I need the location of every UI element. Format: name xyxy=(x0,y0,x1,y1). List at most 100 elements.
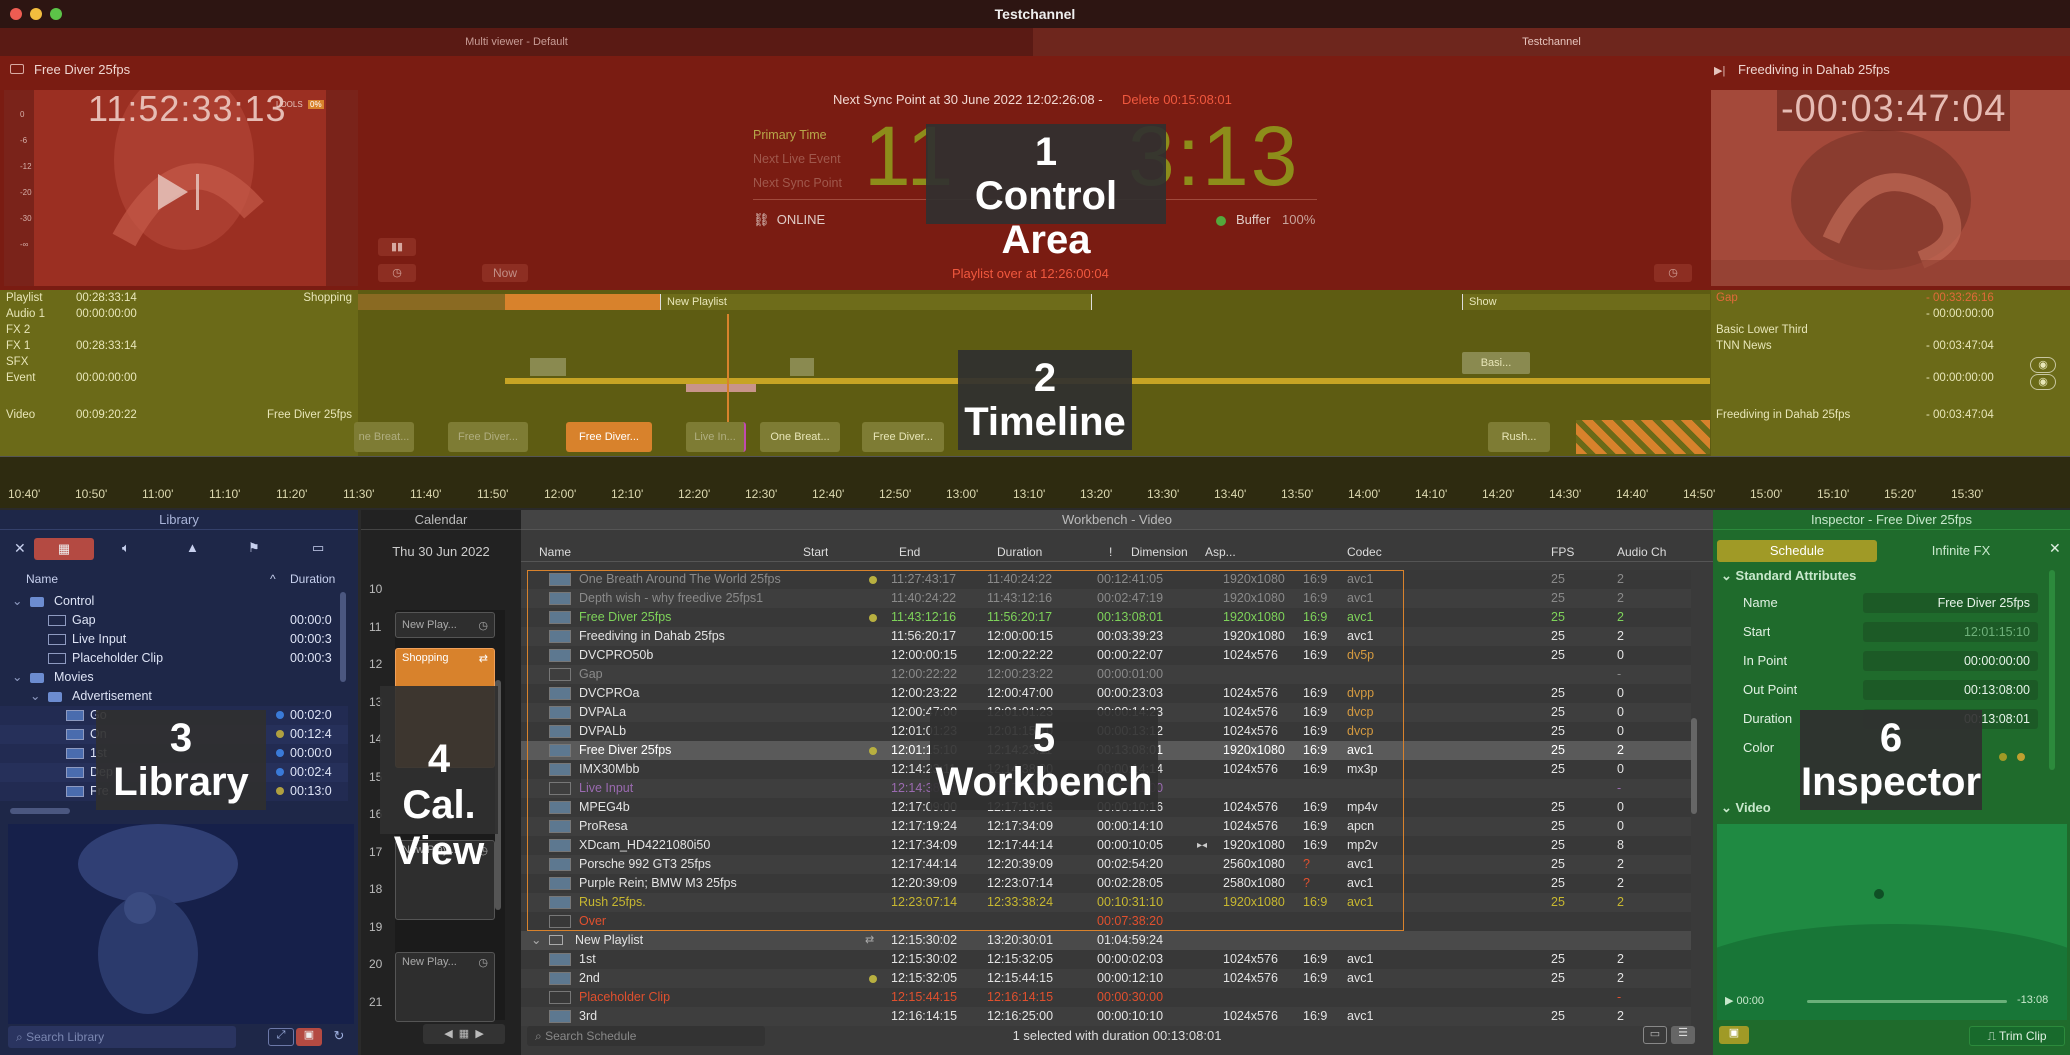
video-clip[interactable]: Live In... xyxy=(686,422,746,452)
column-header[interactable]: Name xyxy=(539,545,571,559)
view-split-button[interactable]: ☰ xyxy=(1671,1026,1695,1044)
tab-multi-viewer[interactable]: Multi viewer - Default xyxy=(0,28,1033,56)
column-duration[interactable]: Duration xyxy=(290,572,335,586)
media-library-tab[interactable]: ▦ xyxy=(34,538,94,560)
fit-button[interactable]: ⤢ xyxy=(268,1028,294,1046)
workbench-row[interactable]: Free Diver 25fps 11:43:12:16 11:56:20:17 00… xyxy=(521,608,1691,627)
view-single-button[interactable]: ▭ xyxy=(1643,1026,1667,1044)
workbench-row[interactable]: One Breath Around The World 25fps 11:27:4… xyxy=(521,570,1691,589)
column-header[interactable]: Codec xyxy=(1347,545,1382,559)
library-item[interactable]: ⌄ Control xyxy=(0,592,348,611)
video-clip[interactable]: Free Diver... xyxy=(862,422,944,452)
library-hscrollbar[interactable] xyxy=(10,808,70,814)
workbench-row[interactable]: Porsche 992 GT3 25fps 12:17:44:14 12:20:39… xyxy=(521,855,1691,874)
section-video[interactable]: ⌄ Video xyxy=(1721,800,1771,816)
color-swatch[interactable] xyxy=(1999,753,2007,761)
library-item[interactable]: ⌄ Movies xyxy=(0,668,348,687)
calendar-nav[interactable]: ◀ ▦ ▶ xyxy=(423,1024,505,1044)
trim-clip-button[interactable]: ⎍ Trim Clip xyxy=(1969,1026,2065,1046)
layers-icon[interactable]: ▲ xyxy=(186,540,199,555)
chevron-down-icon[interactable]: ⌄ xyxy=(531,931,541,950)
workbench-row[interactable]: ProResa 12:17:19:24 12:17:34:09 00:00:14:10… xyxy=(521,817,1691,836)
gap-striped-clip[interactable] xyxy=(1576,420,1710,454)
calendar-event[interactable]: New Play... ◷ xyxy=(395,612,495,638)
workbench-row[interactable]: Freediving in Dahab 25fps 11:56:20:17 12:0… xyxy=(521,627,1691,646)
timeline-ruler[interactable]: 10:40' 10:50' 11:00' 11:10' 11:20' 11:30' 11:4… xyxy=(0,456,2070,508)
workbench-row[interactable]: 1st 12:15:30:02 12:15:32:05 00:00:02:03 1024… xyxy=(521,950,1691,969)
column-name[interactable]: Name xyxy=(26,572,58,586)
video-clip[interactable]: Free Diver... xyxy=(448,422,528,452)
workbench-row[interactable]: XDcam_HD4221080i50 ▸◂ 12:17:34:09 12:17:44:… xyxy=(521,836,1691,855)
field-value-input[interactable]: Free Diver 25fps xyxy=(1863,593,2038,613)
alarm-button[interactable]: ◷ xyxy=(378,264,416,282)
field-value-input[interactable]: 00:13:08:00 xyxy=(1863,680,2038,700)
chevron-right-icon[interactable]: ▶ xyxy=(475,1028,483,1040)
field-value-input[interactable]: 12:01:15:10 xyxy=(1863,622,2038,642)
workbench-scrollbar[interactable] xyxy=(1691,718,1697,814)
flag-icon[interactable]: ⚑ xyxy=(248,540,260,556)
video-clip[interactable]: One Breat... xyxy=(760,422,840,452)
calendar-grid-icon[interactable]: ▦ xyxy=(459,1028,469,1040)
column-header[interactable]: Dimension xyxy=(1131,545,1188,559)
library-scrollbar[interactable] xyxy=(340,592,346,682)
library-item[interactable]: Placeholder Clip 00:00:3 xyxy=(0,649,348,668)
import-button[interactable]: ▣ xyxy=(296,1028,322,1046)
inspector-scrollbar[interactable] xyxy=(2049,570,2055,770)
tab-testchannel[interactable]: Testchannel xyxy=(1033,28,2070,56)
tab-schedule[interactable]: Schedule xyxy=(1717,540,1877,562)
library-item[interactable]: Live Input 00:00:3 xyxy=(0,630,348,649)
now-button[interactable]: Now xyxy=(482,264,528,282)
video-clip[interactable]: Free Diver... xyxy=(566,422,652,452)
chevron-down-icon[interactable]: ⌄ xyxy=(12,668,22,687)
timeline-row[interactable]: Audio 1 00:00:00:00 - 00:00:00:00 xyxy=(0,306,2070,322)
column-header[interactable]: Start xyxy=(803,545,828,559)
eye-icon[interactable]: ◉ xyxy=(2030,357,2056,373)
workbench-row[interactable]: ⌄ New Playlist ⇄ 12:15:30:02 13:20:30:01 01:0… xyxy=(521,931,1691,950)
close-icon[interactable]: ✕ xyxy=(14,540,26,557)
timeline-row[interactable]: FX 2 Basic Lower Third xyxy=(0,322,2070,338)
minimize-window-button[interactable] xyxy=(30,8,42,20)
library-item[interactable]: Gap 00:00:0 xyxy=(0,611,348,630)
audio-icon[interactable]: 🔈︎ xyxy=(122,540,130,556)
tab-infinite-fx[interactable]: Infinite FX xyxy=(1881,540,2041,562)
zoom-window-button[interactable] xyxy=(50,8,62,20)
workbench-row[interactable]: Placeholder Clip 12:15:44:15 12:16:14:15 00… xyxy=(521,988,1691,1007)
column-header[interactable]: End xyxy=(899,545,920,559)
workbench-row[interactable]: DVCPRO50b 12:00:00:15 12:00:22:22 00:00:22:… xyxy=(521,646,1691,665)
column-header[interactable]: FPS xyxy=(1551,545,1574,559)
stats-button[interactable]: ▮▮ xyxy=(378,238,416,256)
refresh-button[interactable]: ↻ xyxy=(328,1028,350,1046)
workbench-row[interactable]: Gap 12:00:22:22 12:00:23:22 00:00:01:00 - xyxy=(521,665,1691,684)
delete-sync-link[interactable]: Delete 00:15:08:01 xyxy=(1122,92,1232,107)
workbench-row[interactable]: Over 00:07:38:20 xyxy=(521,912,1691,931)
add-button[interactable]: ▣ xyxy=(1719,1026,1749,1044)
calendar-event[interactable]: New Play... ◷ xyxy=(395,952,495,1022)
video-scrubber[interactable] xyxy=(1807,1000,2007,1003)
eye-icon[interactable]: ◉ xyxy=(2030,374,2056,390)
workbench-row[interactable]: DVCPROa 12:00:23:22 12:00:47:00 00:00:23:03… xyxy=(521,684,1691,703)
alarm-button-right[interactable]: ◷ xyxy=(1654,264,1692,282)
chevron-left-icon[interactable]: ◀ xyxy=(444,1028,452,1040)
chevron-down-icon[interactable]: ⌄ xyxy=(12,592,22,611)
column-header[interactable]: Duration xyxy=(997,545,1042,559)
right-monitor[interactable]: -00:03:47:04 xyxy=(1711,90,2070,286)
workbench-row[interactable]: 3rd 12:16:14:15 12:16:25:00 00:00:10:10 1024… xyxy=(521,1007,1691,1026)
column-header[interactable]: Asp... xyxy=(1205,545,1236,559)
play-icon[interactable] xyxy=(158,174,188,210)
timeline-row[interactable]: Playlist 00:28:33:14 Shopping Gap - 00:33:26… xyxy=(0,290,2070,306)
section-standard-attributes[interactable]: ⌄ Standard Attributes xyxy=(1721,568,1856,584)
workbench-row[interactable]: Rush 25fps. 12:23:07:14 12:33:38:24 00:10:3… xyxy=(521,893,1691,912)
video-clip[interactable]: Rush... xyxy=(1488,422,1550,452)
video-clip[interactable]: ne Breat... xyxy=(354,422,414,452)
column-header[interactable]: Audio Ch xyxy=(1617,545,1666,559)
inspector-video-preview[interactable]: ▶ 00:00 -13:08 xyxy=(1717,824,2067,1020)
library-item[interactable]: ⌄ Advertisement xyxy=(0,687,348,706)
workbench-row[interactable]: Depth wish - why freedive 25fps1 11:40:24… xyxy=(521,589,1691,608)
chevron-down-icon[interactable]: ⌄ xyxy=(30,687,40,706)
column-header[interactable]: ! xyxy=(1109,545,1112,559)
close-icon[interactable]: ✕ xyxy=(2049,540,2061,557)
window-icon[interactable]: ▭ xyxy=(312,540,324,556)
close-window-button[interactable] xyxy=(10,8,22,20)
workbench-row[interactable]: 2nd 12:15:32:05 12:15:44:15 00:00:12:10 1024… xyxy=(521,969,1691,988)
workbench-row[interactable]: Purple Rein; BMW M3 25fps 12:20:39:09 12:2… xyxy=(521,874,1691,893)
